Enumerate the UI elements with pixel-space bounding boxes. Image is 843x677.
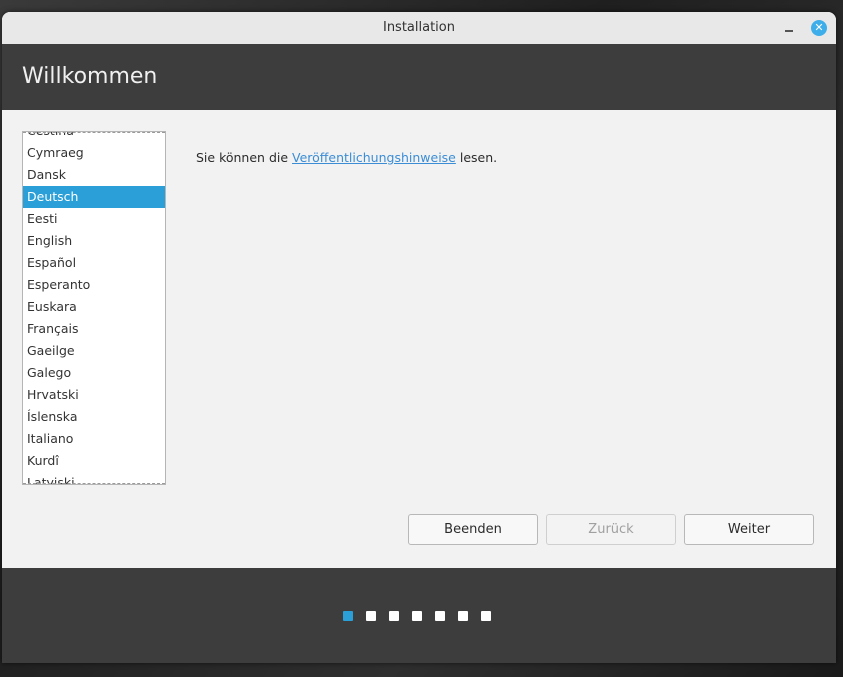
window-title: Installation — [382, 20, 455, 35]
language-item[interactable]: Deutsch — [23, 186, 165, 208]
quit-button[interactable]: Beenden — [408, 514, 538, 545]
language-list-items: ČeštinaCymraegDanskDeutschEestiEnglishEs… — [23, 132, 165, 484]
language-item[interactable]: Kurdî — [23, 450, 165, 472]
minimize-icon — [785, 30, 793, 32]
language-item[interactable]: Íslenska — [23, 406, 165, 428]
language-list[interactable]: ČeštinaCymraegDanskDeutschEestiEnglishEs… — [22, 131, 166, 485]
progress-dot — [435, 611, 445, 621]
language-item[interactable]: Italiano — [23, 428, 165, 450]
list-top-border — [23, 132, 165, 133]
language-item[interactable]: Euskara — [23, 296, 165, 318]
progress-dot — [458, 611, 468, 621]
release-notes-prefix: Sie können die — [196, 150, 293, 165]
progress-dot — [343, 611, 353, 621]
page-title: Willkommen — [22, 64, 158, 89]
language-item[interactable]: Galego — [23, 362, 165, 384]
progress-dot — [412, 611, 422, 621]
progress-dot — [366, 611, 376, 621]
next-button[interactable]: Weiter — [684, 514, 814, 545]
language-item[interactable]: English — [23, 230, 165, 252]
release-notes-link[interactable]: Veröffentlichungshinweise — [292, 150, 456, 165]
installer-window: Installation ✕ Willkommen ČeštinaCymraeg… — [2, 12, 836, 663]
language-item[interactable]: Dansk — [23, 164, 165, 186]
language-item[interactable]: Hrvatski — [23, 384, 165, 406]
language-item[interactable]: Gaeilge — [23, 340, 165, 362]
language-item[interactable]: Esperanto — [23, 274, 165, 296]
progress-dot — [389, 611, 399, 621]
language-item[interactable]: Eesti — [23, 208, 165, 230]
title-bar[interactable]: Installation ✕ — [2, 12, 836, 45]
footer-band — [2, 568, 836, 663]
minimize-button[interactable] — [782, 21, 796, 35]
header-band: Willkommen — [2, 44, 836, 110]
progress-dot — [481, 611, 491, 621]
back-button[interactable]: Zurück — [546, 514, 676, 545]
language-item[interactable]: Cymraeg — [23, 142, 165, 164]
close-icon: ✕ — [814, 21, 824, 34]
release-notes-text: Sie können die Veröffentlichungshinweise… — [196, 150, 497, 165]
language-item[interactable]: Français — [23, 318, 165, 340]
release-notes-suffix: lesen. — [455, 150, 498, 165]
close-button[interactable]: ✕ — [811, 20, 827, 36]
language-item[interactable]: Español — [23, 252, 165, 274]
list-bottom-border — [23, 483, 165, 484]
